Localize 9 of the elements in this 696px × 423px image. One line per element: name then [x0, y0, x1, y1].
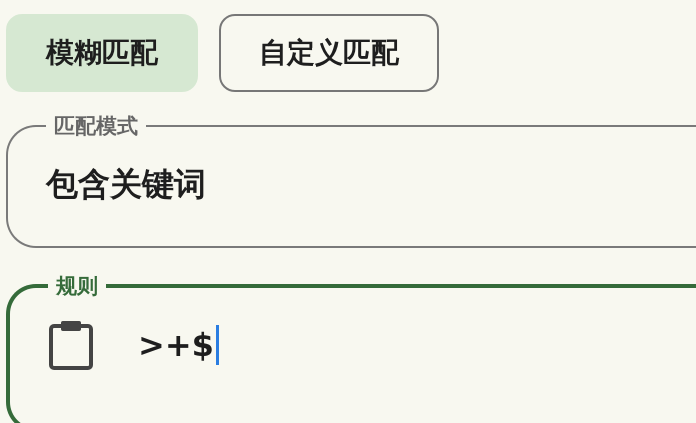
field-label: 规则: [54, 273, 99, 300]
clipboard-icon[interactable]: [48, 319, 94, 371]
text-cursor: [216, 325, 219, 365]
select-field[interactable]: 匹配模式 包含关键词: [6, 112, 696, 248]
field-value: 包含关键词: [46, 164, 206, 205]
field-label: 匹配模式: [53, 113, 139, 140]
filter-chip[interactable]: 模糊匹配: [6, 14, 198, 92]
field-value: >+$: [138, 326, 214, 364]
filter-chip[interactable]: 自定义匹配: [219, 14, 439, 92]
